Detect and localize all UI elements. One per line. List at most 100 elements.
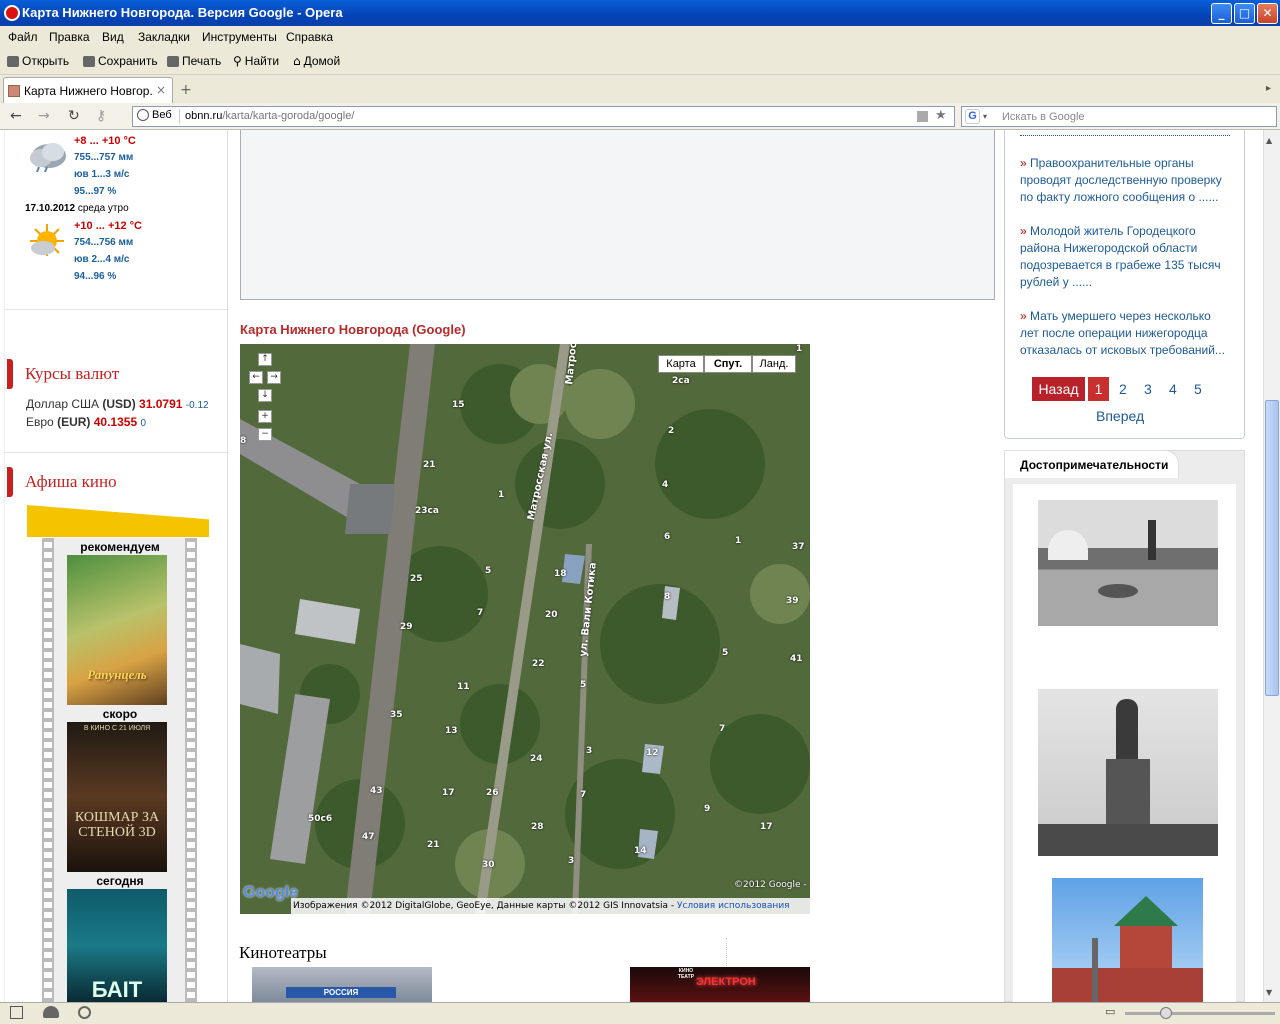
- poster-bait-title: БАIT: [91, 977, 143, 1002]
- house-number-label: 22: [532, 659, 545, 669]
- menu-view[interactable]: Вид: [102, 30, 124, 44]
- pager-forward-link[interactable]: Вперед: [1096, 404, 1144, 428]
- map-type-map-button[interactable]: Карта: [658, 355, 704, 373]
- sights-tab[interactable]: Достопримечательности: [1004, 450, 1179, 478]
- web-badge[interactable]: Веб: [137, 109, 172, 121]
- pager-back-button[interactable]: Назад: [1032, 377, 1085, 401]
- house-number-label: 8: [240, 436, 247, 446]
- eur-label: Евро: [26, 415, 54, 429]
- panel-toggle-icon[interactable]: [10, 1006, 23, 1019]
- forward-icon[interactable]: →: [38, 108, 50, 124]
- star-icon[interactable]: ★: [935, 108, 947, 123]
- sight-photo-3[interactable]: [1052, 878, 1203, 1002]
- poster-bait[interactable]: БАIT: [67, 889, 167, 1002]
- menu-edit[interactable]: Правка: [49, 30, 90, 44]
- scroll-up-icon[interactable]: ▲: [1266, 136, 1272, 145]
- cinema-photo-russia[interactable]: РОССИЯ: [252, 967, 432, 1002]
- menu-bookmarks[interactable]: Закладки: [138, 30, 190, 44]
- map-title: Карта Нижнего Новгорода (Google): [240, 322, 466, 337]
- house-number-label: 20: [545, 610, 558, 620]
- maximize-button[interactable]: □: [1234, 3, 1255, 24]
- speed-dial-icon[interactable]: [78, 1006, 91, 1019]
- weather-wind-1: юв 1...3 м/с: [74, 169, 130, 180]
- cinema-photo-electron[interactable]: КИНО ТЕАТР ЭЛЕКТРОН: [630, 967, 810, 1002]
- scroll-down-icon[interactable]: ▼: [1266, 988, 1272, 997]
- statue: [1116, 699, 1138, 759]
- map-type-terrain-button[interactable]: Ланд.: [752, 355, 796, 373]
- pager-page-5[interactable]: 5: [1194, 377, 1202, 401]
- divider: [5, 452, 229, 453]
- find-button[interactable]: ⚲ Найти: [233, 54, 279, 68]
- house-number-label: 30: [482, 860, 495, 870]
- new-tab-button[interactable]: +: [180, 82, 192, 98]
- house-number-label: 37: [792, 542, 805, 552]
- zoom-in-icon[interactable]: +: [258, 410, 272, 423]
- kino-sign: КИНО ТЕАТР: [677, 968, 695, 980]
- tab-scroll-icon[interactable]: ▸: [1266, 83, 1271, 94]
- map-type-satellite-button[interactable]: Спут.: [704, 355, 752, 373]
- google-map[interactable]: Матросская ул. ул. Вали Котика Матрос 15…: [240, 344, 810, 914]
- zoom-slider[interactable]: [1125, 1012, 1275, 1015]
- house-number-label: 47: [362, 832, 375, 842]
- opera-logo-icon: [4, 5, 20, 21]
- menu-file[interactable]: Файл: [8, 30, 38, 44]
- house-number-label: 9: [704, 804, 711, 814]
- save-button[interactable]: Сохранить: [83, 54, 158, 68]
- pan-right-icon[interactable]: →: [267, 371, 281, 384]
- google-icon[interactable]: G: [965, 109, 980, 124]
- close-button[interactable]: ✕: [1257, 3, 1278, 24]
- chevron-down-icon[interactable]: ▾: [983, 112, 987, 121]
- house-number-label: 18: [554, 569, 567, 579]
- poster-tangled[interactable]: Рапунцель: [67, 555, 167, 705]
- key-icon[interactable]: ⚷: [96, 108, 106, 124]
- zoom-out-icon[interactable]: −: [258, 428, 272, 441]
- pager-page-1[interactable]: 1: [1088, 377, 1109, 401]
- house-number-label: 1: [735, 536, 742, 546]
- eur-value: 40.1355: [93, 415, 138, 429]
- reload-icon[interactable]: ↻: [68, 108, 80, 124]
- divider: [5, 309, 229, 310]
- sight-photo-1[interactable]: [1038, 500, 1218, 626]
- tab-close-icon[interactable]: ×: [156, 83, 166, 97]
- news-text: Правоохранительные органы проводят досле…: [1020, 156, 1222, 204]
- open-button[interactable]: Открыть: [7, 54, 69, 68]
- house-number-label: 29: [400, 622, 413, 632]
- news-item-3[interactable]: » Мать умершего через несколько лет посл…: [1020, 308, 1230, 359]
- url-text[interactable]: obnn.ru/karta/karta-goroda/google/: [185, 110, 354, 122]
- weather-humidity-2: 94...96 %: [74, 271, 117, 282]
- house-number-label: 3: [568, 856, 575, 866]
- cloud-icon[interactable]: [43, 1006, 59, 1018]
- terms-link[interactable]: Условия использования: [677, 901, 790, 911]
- minimize-button[interactable]: _: [1211, 3, 1232, 24]
- right-sidebar: » Правоохранительные органы проводят дос…: [1004, 130, 1245, 1002]
- scroll-thumb[interactable]: [1265, 400, 1279, 696]
- print-button[interactable]: Печать: [167, 54, 221, 68]
- back-icon[interactable]: ←: [10, 108, 22, 124]
- house-number-label: 17: [760, 822, 773, 832]
- sight-photo-2[interactable]: [1038, 689, 1218, 856]
- print-label: Печать: [182, 54, 222, 68]
- rss-icon[interactable]: [917, 111, 928, 122]
- pan-up-icon[interactable]: ↑: [258, 353, 272, 366]
- pan-down-icon[interactable]: ↓: [258, 389, 272, 402]
- pan-left-icon[interactable]: ←: [249, 371, 263, 384]
- news-item-2[interactable]: » Молодой житель Городецкого района Ниже…: [1020, 223, 1230, 291]
- news-item-1[interactable]: » Правоохранительные органы проводят дос…: [1020, 155, 1230, 206]
- zoom-icon[interactable]: ▭: [1105, 1005, 1115, 1018]
- search-input[interactable]: Искать в Google: [1002, 111, 1085, 123]
- usd-change: -0.12: [185, 400, 209, 411]
- tab-bar: Карта Нижнего Новгор... × + ▸: [0, 75, 1280, 103]
- search-box[interactable]: G ▾ Искать в Google: [961, 106, 1277, 127]
- zoom-slider-thumb[interactable]: [1160, 1007, 1172, 1019]
- google-logo[interactable]: Google: [243, 884, 298, 902]
- menu-tools[interactable]: Инструменты: [202, 30, 277, 44]
- pager-page-4[interactable]: 4: [1169, 377, 1177, 401]
- address-bar[interactable]: Веб obnn.ru/karta/karta-goroda/google/ ★: [132, 106, 955, 127]
- pager-page-3[interactable]: 3: [1144, 377, 1152, 401]
- poster-nightmare[interactable]: В КИНО С 21 ИЮЛЯ КОШМАР ЗА СТЕНОЙ 3D: [67, 722, 167, 872]
- tab-active[interactable]: Карта Нижнего Новгор... ×: [3, 77, 173, 103]
- menu-help[interactable]: Справка: [286, 30, 333, 44]
- page-scrollbar[interactable]: ▲ ▼: [1263, 130, 1280, 1002]
- home-button[interactable]: ⌂ Домой: [293, 54, 340, 68]
- pager-page-2[interactable]: 2: [1119, 377, 1127, 401]
